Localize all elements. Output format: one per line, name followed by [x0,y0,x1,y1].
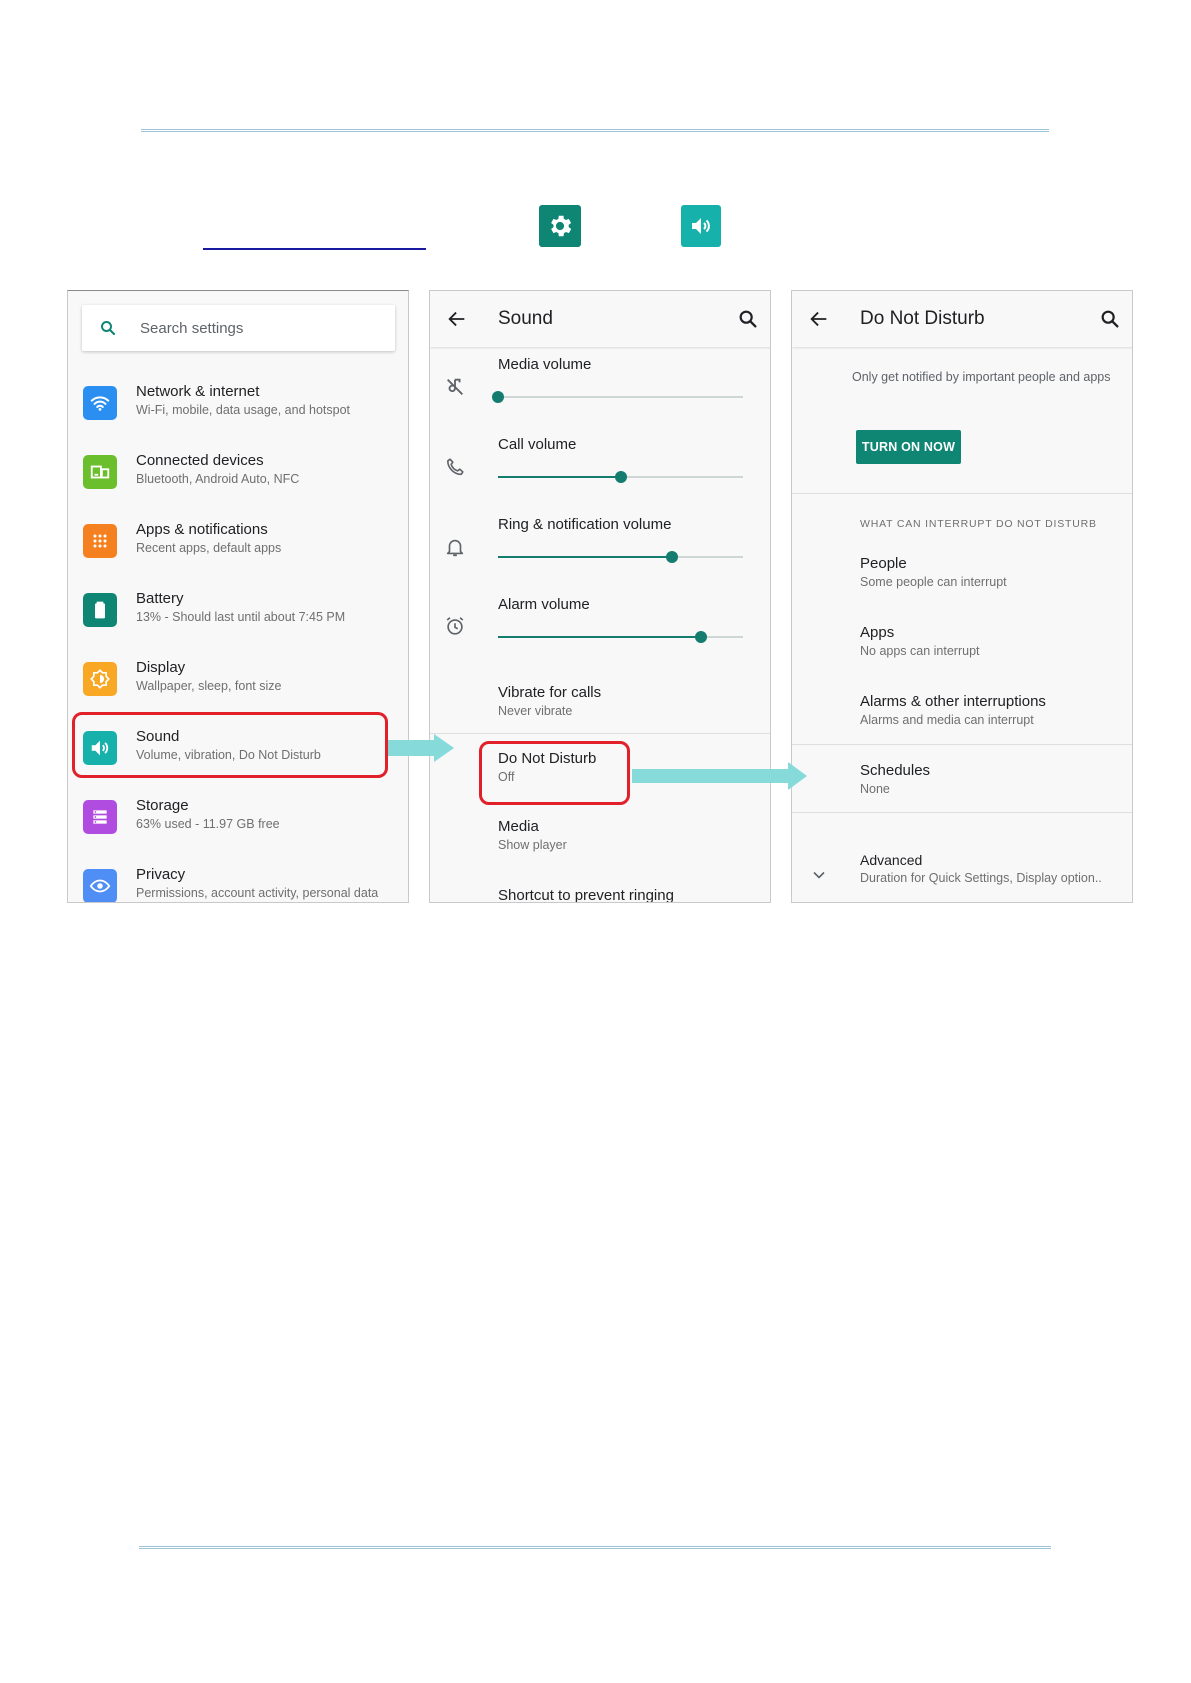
media-volume-slider[interactable] [492,391,743,403]
slider-thumb[interactable] [695,631,708,643]
call-volume-slider[interactable] [498,471,743,483]
devices-icon [83,455,117,489]
settings-item-storage[interactable]: Storage 63% used - 11.97 GB free [68,794,408,854]
divider [792,812,1132,813]
battery-icon [83,593,117,627]
brightness-icon [83,662,117,696]
flow-arrow-icon [632,762,807,790]
search-icon[interactable] [1099,308,1121,330]
page-title: Sound [498,308,553,329]
wifi-icon [83,386,117,420]
storage-icon [83,800,117,834]
settings-item-subtitle: Wi-Fi, mobile, data usage, and hotspot [136,403,351,417]
advanced-title[interactable]: Advanced [860,852,922,868]
settings-item-connected-devices[interactable]: Connected devices Bluetooth, Android Aut… [68,449,408,509]
settings-item-subtitle: Recent apps, default apps [136,541,282,555]
bell-icon [446,539,464,557]
flow-arrow-icon [388,734,454,762]
settings-item-title: Apps & notifications [136,521,268,538]
divider [430,733,770,734]
ring-volume-slider[interactable] [498,551,743,563]
media-title[interactable]: Media [498,818,539,835]
dnd-highlight-box [479,741,630,805]
settings-gear-icon [539,205,581,247]
header-rule [141,129,1049,132]
apps-subtitle: No apps can interrupt [860,644,980,658]
dnd-screen: Do Not Disturb Only get notified by impo… [791,290,1133,903]
alarms-interruptions-subtitle: Alarms and media can interrupt [860,713,1034,727]
turn-on-now-button[interactable]: TURN ON NOW [856,430,961,464]
divider [792,744,1132,745]
back-arrow-icon[interactable] [808,308,830,330]
phone-icon [447,458,464,476]
slider-fill [498,556,672,558]
chevron-down-icon[interactable] [809,865,829,885]
ring-volume-label: Ring & notification volume [498,516,672,533]
alarm-volume-label: Alarm volume [498,596,590,613]
back-arrow-icon[interactable] [446,308,468,330]
media-subtitle: Show player [498,838,567,852]
slider-thumb[interactable] [492,391,504,403]
vibrate-for-calls-title[interactable]: Vibrate for calls [498,684,601,701]
alarm-volume-slider[interactable] [498,631,743,643]
schedules-title[interactable]: Schedules [860,762,930,779]
call-volume-label: Call volume [498,436,577,453]
page-title: Do Not Disturb [860,308,985,329]
apps-grid-icon [83,524,117,558]
slider-fill [498,636,702,638]
section-header: WHAT CAN INTERRUPT DO NOT DISTURB [860,518,1097,530]
shortcut-prevent-ringing-title[interactable]: Shortcut to prevent ringing [498,887,674,902]
hyperlink-underline[interactable] [203,248,426,250]
dnd-description: Only get notified by important people an… [852,370,1111,384]
sound-screen: Sound Media volume Call volume Ring & no… [429,290,771,903]
footer-rule [139,1546,1051,1549]
settings-item-privacy[interactable]: Privacy Permissions, account activity, p… [68,863,408,902]
search-placeholder: Search settings [140,319,244,337]
settings-item-title: Network & internet [136,383,260,400]
advanced-subtitle: Duration for Quick Settings, Display opt… [860,871,1102,885]
apps-title[interactable]: Apps [860,624,894,641]
divider [792,493,1132,494]
privacy-eye-icon [83,869,117,902]
settings-search-bar[interactable]: Search settings [82,305,395,351]
settings-item-title: Display [136,659,186,676]
search-icon[interactable] [737,308,759,330]
settings-screen: Search settings Network & internet Wi-Fi… [67,290,409,903]
settings-item-subtitle: 63% used - 11.97 GB free [136,817,280,831]
settings-item-subtitle: Bluetooth, Android Auto, NFC [136,472,300,486]
settings-item-subtitle: 13% - Should last until about 7:45 PM [136,610,346,624]
music-off-icon [447,378,463,395]
sound-app-bar: Sound [430,291,770,347]
settings-item-apps[interactable]: Apps & notifications Recent apps, defaul… [68,518,408,578]
settings-item-title: Privacy [136,866,186,883]
slider-thumb[interactable] [665,551,678,563]
slider-thumb[interactable] [614,471,627,483]
sound-volume-icon [681,205,721,247]
media-volume-label: Media volume [498,356,592,373]
slider-fill [498,476,621,478]
settings-item-title: Storage [136,797,189,814]
alarm-clock-icon [446,617,464,635]
alarms-interruptions-title[interactable]: Alarms & other interruptions [860,693,1046,710]
settings-item-battery[interactable]: Battery 13% - Should last until about 7:… [68,587,408,647]
settings-item-title: Connected devices [136,452,264,469]
settings-item-subtitle: Permissions, account activity, personal … [136,886,379,900]
people-title[interactable]: People [860,555,907,572]
settings-item-title: Battery [136,590,184,607]
sound-highlight-box [72,712,388,778]
search-icon [98,318,118,338]
vibrate-for-calls-subtitle: Never vibrate [498,704,573,718]
settings-item-network[interactable]: Network & internet Wi-Fi, mobile, data u… [68,380,408,440]
settings-item-display[interactable]: Display Wallpaper, sleep, font size [68,656,408,716]
settings-item-subtitle: Wallpaper, sleep, font size [136,679,282,693]
people-subtitle: Some people can interrupt [860,575,1007,589]
dnd-app-bar: Do Not Disturb [792,291,1132,347]
schedules-subtitle: None [860,782,890,796]
